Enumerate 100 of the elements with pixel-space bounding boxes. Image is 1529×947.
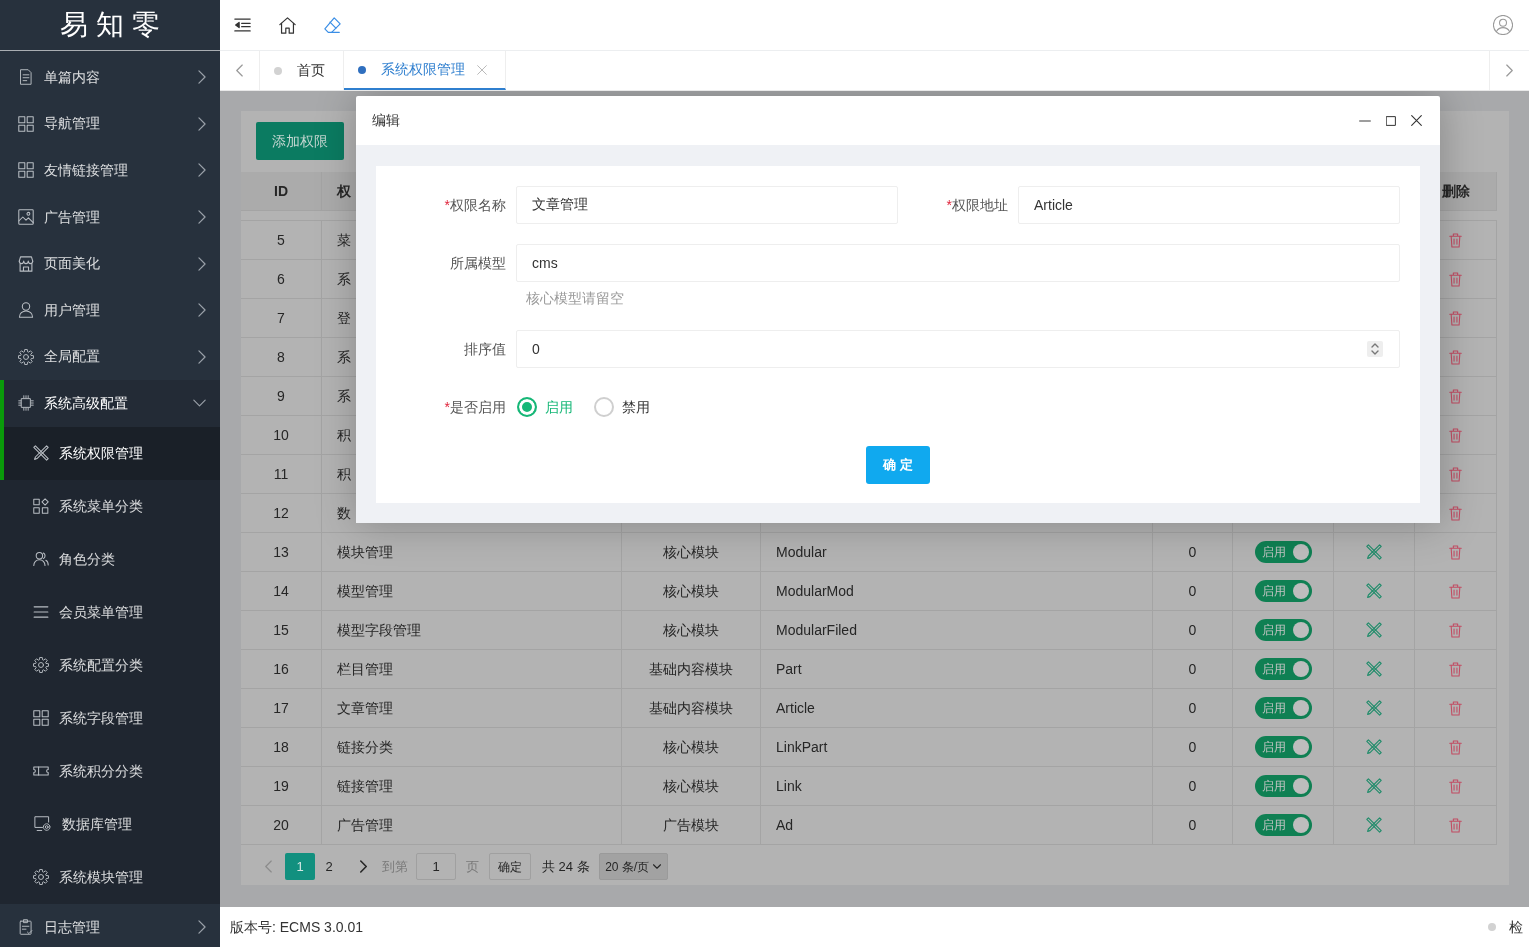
- page-button[interactable]: 2: [315, 853, 343, 880]
- home-icon[interactable]: [279, 16, 296, 34]
- table-cell: 广告模块: [622, 806, 761, 844]
- table-cell: 5: [241, 221, 322, 259]
- number-field[interactable]: 0: [516, 330, 1400, 368]
- trash-icon[interactable]: [1449, 778, 1462, 794]
- chevron-right-icon: [198, 116, 206, 131]
- sidebar-subitem[interactable]: 系统模块管理: [0, 850, 220, 904]
- sidebar-subitem[interactable]: 系统权限管理: [0, 426, 220, 480]
- total-count: 共 24 条: [542, 857, 590, 876]
- sidebar-subitem[interactable]: 系统配置分类: [0, 638, 220, 692]
- sidebar-subitem[interactable]: 系统菜单分类: [0, 479, 220, 533]
- tools-icon[interactable]: [1366, 583, 1382, 599]
- tools-icon[interactable]: [1366, 817, 1382, 833]
- trash-icon[interactable]: [1449, 505, 1462, 521]
- tools-icon[interactable]: [1366, 544, 1382, 560]
- table-cell: 基础内容模块: [622, 689, 761, 727]
- trash-icon[interactable]: [1449, 661, 1462, 677]
- chevron-right-icon: [198, 256, 206, 271]
- table-cell: 17: [241, 689, 322, 727]
- go-button[interactable]: 确定: [489, 853, 531, 880]
- table-cell-text: 菜: [337, 230, 351, 250]
- radio-button[interactable]: [594, 397, 614, 417]
- trash-icon[interactable]: [1449, 232, 1462, 248]
- trash-icon[interactable]: [1449, 427, 1462, 443]
- stepper-icon[interactable]: [1367, 341, 1383, 357]
- sidebar-item[interactable]: 广告管理: [0, 193, 220, 241]
- trash-icon[interactable]: [1449, 700, 1462, 716]
- field-label: 所属模型: [449, 254, 506, 273]
- trash-icon[interactable]: [1449, 271, 1462, 287]
- eraser-icon[interactable]: [324, 16, 341, 34]
- chevron-right-icon: [198, 210, 206, 225]
- table-cell: 0: [1153, 611, 1233, 649]
- trash-icon[interactable]: [1449, 817, 1462, 833]
- tab[interactable]: 首页: [260, 51, 344, 90]
- sidebar-item[interactable]: 页面美化: [0, 240, 220, 287]
- table-cell: 文章管理: [322, 689, 622, 727]
- dot-icon: [358, 65, 366, 74]
- sidebar-subitem[interactable]: 系统积分分类: [0, 744, 220, 798]
- table-cell: 0: [1153, 806, 1233, 844]
- trash-icon[interactable]: [1449, 310, 1462, 326]
- chip-icon: [18, 395, 34, 412]
- tools-icon[interactable]: [1366, 778, 1382, 794]
- text-field[interactable]: cms: [516, 244, 1400, 282]
- table-cell: LinkPart: [761, 728, 1153, 766]
- trash-icon[interactable]: [1449, 583, 1462, 599]
- radio-label: 禁用: [622, 397, 650, 417]
- avatar-icon[interactable]: [1493, 15, 1513, 35]
- table-cell: 核心模块: [622, 533, 761, 571]
- trash-icon[interactable]: [1449, 349, 1462, 365]
- goto-label: 到第: [382, 857, 408, 876]
- list-icon: [33, 606, 49, 619]
- minimize-icon[interactable]: [1359, 119, 1371, 122]
- sidebar-item[interactable]: 用户管理: [0, 286, 220, 334]
- maximize-icon[interactable]: [1386, 115, 1396, 126]
- trash-icon[interactable]: [1449, 544, 1462, 560]
- sidebar-item[interactable]: 全局配置: [0, 333, 220, 381]
- page-number-field[interactable]: 1: [416, 853, 456, 880]
- radio-button[interactable]: [517, 397, 537, 417]
- tools-icon[interactable]: [1366, 700, 1382, 716]
- trash-icon[interactable]: [1449, 622, 1462, 638]
- table-cell: 18: [241, 728, 322, 766]
- tools-icon[interactable]: [1366, 739, 1382, 755]
- tools-icon[interactable]: [1366, 661, 1382, 677]
- column-header: 权: [337, 181, 351, 201]
- grid-icon: [18, 162, 34, 179]
- table-cell: 核心模块: [622, 728, 761, 766]
- trash-icon[interactable]: [1449, 388, 1462, 404]
- ticket-icon: [33, 766, 49, 777]
- sidebar-item[interactable]: 导航管理: [0, 100, 220, 148]
- trash-icon[interactable]: [1449, 466, 1462, 482]
- table-cell: 19: [241, 767, 322, 805]
- text-field[interactable]: Article: [1018, 186, 1400, 224]
- page-size-select[interactable]: 20 条/页: [598, 853, 668, 880]
- table-cell-text: 系: [337, 347, 351, 367]
- page-unit-label: 页: [466, 857, 479, 876]
- sidebar-item[interactable]: 系统高级配置: [0, 380, 220, 427]
- sidebar-subitem[interactable]: 系统字段管理: [0, 691, 220, 745]
- close-icon[interactable]: [1411, 115, 1422, 126]
- sidebar-item[interactable]: 友情链接管理: [0, 147, 220, 194]
- switch-knob-icon: [1292, 583, 1309, 599]
- sidebar-item[interactable]: 日志管理: [0, 903, 220, 947]
- table-cell: 模型字段管理: [322, 611, 622, 649]
- sidebar-toggle-icon[interactable]: [234, 18, 251, 32]
- table-cell: Link: [761, 767, 1153, 805]
- add-button[interactable]: 添加权限: [256, 122, 344, 160]
- table-cell: 0: [1153, 767, 1233, 805]
- trash-icon[interactable]: [1449, 739, 1462, 755]
- sidebar-subitem[interactable]: 数据库管理: [0, 797, 220, 851]
- help-text: 核心模型请留空: [526, 290, 624, 306]
- tools-icon[interactable]: [1366, 622, 1382, 638]
- table-cell: 栏目管理: [322, 650, 622, 688]
- monitor-gear-icon: [33, 816, 52, 833]
- sidebar-item[interactable]: 单篇内容: [0, 54, 220, 101]
- clipboard-icon: [18, 919, 34, 936]
- apps-icon: [33, 498, 49, 515]
- chevron-left-icon: [236, 64, 243, 77]
- sidebar-subitem[interactable]: 会员菜单管理: [0, 585, 220, 639]
- text-field[interactable]: 文章管理: [516, 186, 898, 224]
- sidebar-subitem[interactable]: 角色分类: [0, 532, 220, 586]
